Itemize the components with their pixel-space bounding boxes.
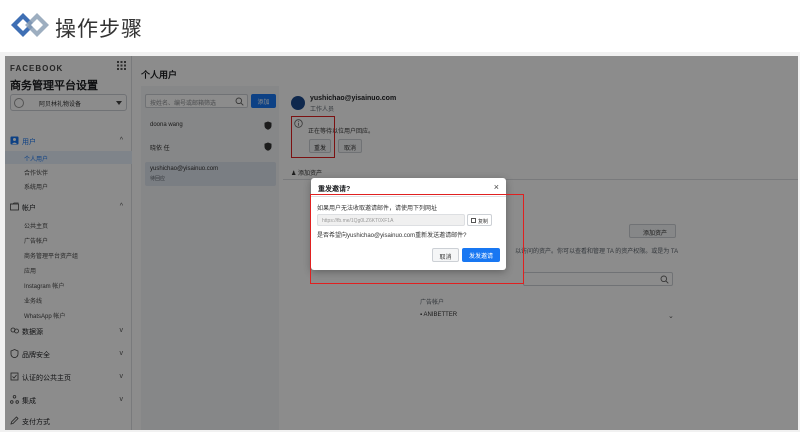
- diamond-logo-icon: [11, 13, 49, 37]
- close-icon[interactable]: ×: [494, 182, 499, 192]
- dialog-title: 重发邀请?: [318, 186, 351, 193]
- page-title: 操作步骤: [55, 17, 143, 41]
- tutorial-header: 操作步骤: [0, 0, 800, 52]
- bottom-bar: [0, 432, 800, 443]
- highlight-box: [310, 194, 524, 284]
